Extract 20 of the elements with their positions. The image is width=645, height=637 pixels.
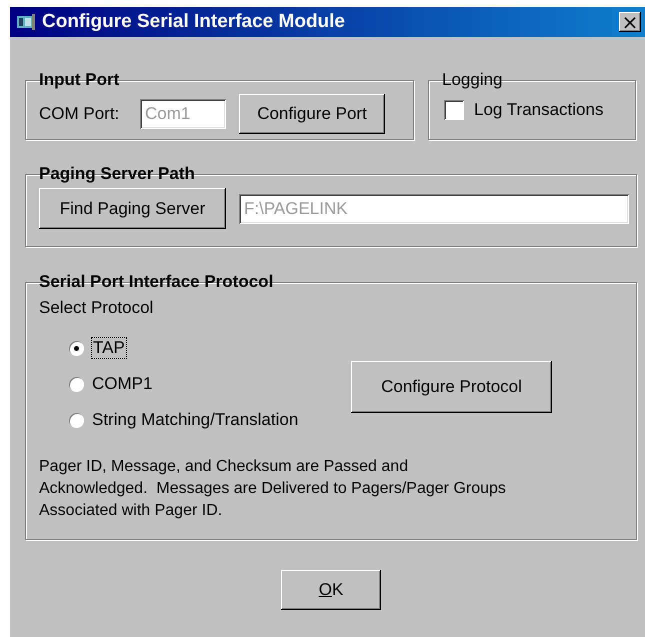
group-title: Paging Server Path xyxy=(38,164,196,184)
checkbox[interactable] xyxy=(444,100,464,120)
select-protocol-label: Select Protocol xyxy=(39,298,154,318)
ok-button[interactable]: OK xyxy=(281,570,381,610)
radio-button[interactable] xyxy=(69,376,84,392)
group-title: Logging xyxy=(441,70,504,90)
app-icon xyxy=(16,13,36,31)
radio-button[interactable] xyxy=(69,412,84,428)
radio-label: TAP xyxy=(92,338,126,358)
checkbox-label: Log Transactions xyxy=(474,100,604,120)
radio-label: String Matching/Translation xyxy=(92,410,298,430)
group-title: Serial Port Interface Protocol xyxy=(38,272,274,292)
configure-protocol-button[interactable]: Configure Protocol xyxy=(351,361,552,413)
radio-button[interactable] xyxy=(69,340,84,356)
group-title: Input Port xyxy=(38,70,120,90)
protocol-description: Pager ID, Message, and Checksum are Passed and Acknowledged. Messages are Delivered to Pagers/Pager Groups Associated with Pager ID. xyxy=(39,457,507,521)
radio-label: COMP1 xyxy=(92,374,152,394)
window-title: Configure Serial Interface Module xyxy=(42,11,345,33)
close-button[interactable]: × xyxy=(619,12,641,32)
com-port-label: COM Port: xyxy=(39,104,120,124)
